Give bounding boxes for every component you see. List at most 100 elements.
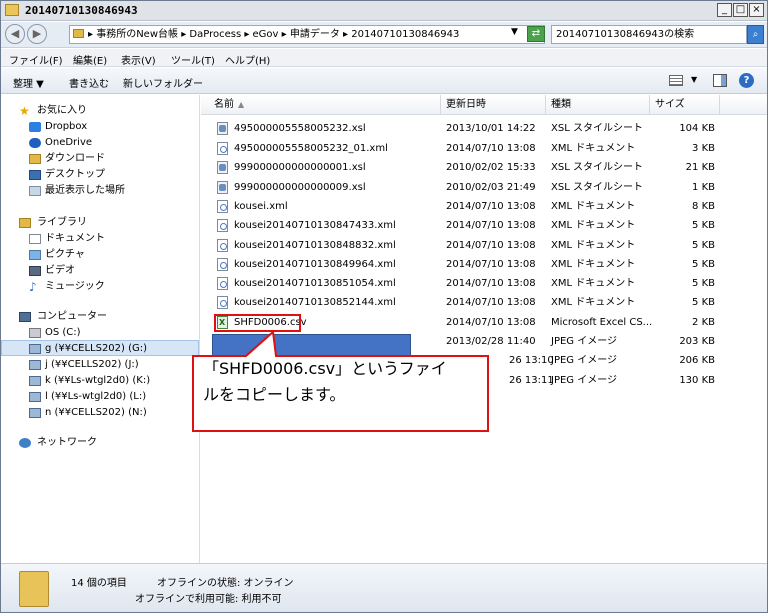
network-icon [19,438,31,448]
documents-icon [29,234,41,244]
back-button[interactable]: ◀ [5,24,25,44]
nav-onedrive[interactable]: OneDrive [1,135,199,151]
callout-line-2: ルをコピーします。 [203,385,346,404]
nav-pictures[interactable]: ピクチャ [1,247,199,263]
star-icon: ★ [19,104,30,118]
file-row[interactable]: kousei20140710130849964.xml 2014/07/10 1… [211,255,767,274]
desktop-icon [29,170,41,180]
cloud-icon [29,138,41,148]
help-icon[interactable]: ? [739,73,754,88]
nav-videos[interactable]: ビデオ [1,263,199,279]
highlight-box [214,314,301,332]
chevron-down-icon[interactable]: ▼ [691,75,697,84]
command-bar: 整理 ▼ 書き込む 新しいフォルダー ▼ ? [1,68,767,94]
offline-status: オフラインの状態: オンライン [157,578,294,589]
file-row[interactable]: kousei20140710130851054.xml 2014/07/10 1… [211,274,767,293]
videos-icon [29,266,41,276]
address-row: ◀ ▶ ▸ 事務所のNew台帳 ▸ DaProcess ▸ eGov ▸ 申請デ… [1,22,767,48]
chevron-down-icon[interactable]: ▼ [511,27,518,37]
nav-drive-j[interactable]: j (¥¥CELLS202) (J:) [1,357,199,373]
new-folder-button[interactable]: 新しいフォルダー [123,75,203,90]
forward-button[interactable]: ▶ [27,24,47,44]
nav-recent[interactable]: 最近表示した場所 [1,183,199,199]
menu-help[interactable]: ヘルプ(H) [225,52,270,67]
nav-libraries[interactable]: ライブラリ [1,215,199,231]
column-header-name[interactable]: 名前 ▲ [209,95,441,115]
nav-drive-k[interactable]: k (¥¥Ls-wtgl2d0) (K:) [1,373,199,389]
pictures-icon [29,250,41,260]
nav-music[interactable]: ♪ ミュージック [1,279,199,295]
item-count: 14 個の項目 [71,578,127,589]
nav-downloads[interactable]: ダウンロード [1,151,199,167]
column-header-type[interactable]: 種類 [546,95,650,115]
xml-file-icon [217,142,228,155]
nav-drive-l[interactable]: l (¥¥Ls-wtgl2d0) (L:) [1,389,199,405]
folder-icon [5,4,19,16]
callout-line-1: 「SHFD0006.csv」というファイ [203,359,447,378]
music-icon: ♪ [29,280,37,294]
menu-bar: ファイル(F) 編集(E) 表示(V) ツール(T) ヘルプ(H) [1,49,767,67]
network-drive-icon [29,376,41,386]
xsl-file-icon [217,122,228,135]
column-header-size[interactable]: サイズ [650,95,720,115]
breadcrumb-path: ▸ 事務所のNew台帳 ▸ DaProcess ▸ eGov ▸ 申請データ ▸… [88,29,460,40]
close-button[interactable]: × [749,3,764,17]
view-options-icon[interactable] [669,75,683,86]
download-folder-icon [29,154,41,164]
nav-dropbox[interactable]: Dropbox [1,119,199,135]
xml-file-icon [217,277,228,290]
file-row[interactable]: 999000000000000009.xsl 2010/02/03 21:49 … [211,178,767,197]
nav-documents[interactable]: ドキュメント [1,231,199,247]
burn-button[interactable]: 書き込む [69,75,109,90]
title-bar: 20140710130846943 _ □ × [1,1,767,21]
network-drive-icon [29,408,41,418]
xml-file-icon [217,239,228,252]
xml-file-icon [217,219,228,232]
preview-pane-icon[interactable] [713,74,727,87]
recent-places-icon [29,186,41,196]
dropbox-icon [29,122,41,132]
network-drive-icon [29,392,41,402]
organize-button[interactable]: 整理 ▼ [13,75,44,90]
search-input[interactable]: 20140710130846943の検索 [551,25,747,44]
folder-icon [73,29,84,38]
menu-tools[interactable]: ツール(T) [171,52,215,67]
nav-desktop[interactable]: デスクトップ [1,167,199,183]
network-drive-icon [29,344,41,354]
file-row[interactable]: 999000000000000001.xsl 2010/02/02 15:33 … [211,158,767,177]
column-header-date[interactable]: 更新日時 [441,95,546,115]
library-icon [19,218,31,228]
nav-drive-n[interactable]: n (¥¥CELLS202) (N:) [1,405,199,421]
menu-view[interactable]: 表示(V) [121,52,156,67]
xsl-file-icon [217,161,228,174]
file-row[interactable]: 495000005558005232_01.xml 2014/07/10 13:… [211,139,767,158]
menu-file[interactable]: ファイル(F) [9,52,63,67]
file-row[interactable]: kousei.xml 2014/07/10 13:08 XML ドキュメント 8… [211,197,767,216]
blue-annotation-block [212,334,411,356]
xml-file-icon [217,200,228,213]
nav-network[interactable]: ネットワーク [1,435,199,451]
file-row[interactable]: 495000005558005232.xsl 2013/10/01 14:22 … [211,119,767,138]
offline-availability: オフラインで利用可能: 利用不可 [135,594,282,605]
file-row[interactable]: kousei20140710130848832.xml 2014/07/10 1… [211,236,767,255]
xml-file-icon [217,258,228,271]
callout-text: 「SHFD0006.csv」というファイ ルをコピーします。 [203,356,485,408]
search-icon[interactable]: ⌕ [747,25,764,44]
nav-drive-c[interactable]: OS (C:) [1,325,199,341]
minimize-button[interactable]: _ [717,3,732,17]
breadcrumb[interactable]: ▸ 事務所のNew台帳 ▸ DaProcess ▸ eGov ▸ 申請データ ▸… [69,25,545,44]
nav-favorites[interactable]: ★ お気に入り [1,103,199,119]
details-pane: 14 個の項目 オフラインの状態: オンライン オフラインで利用可能: 利用不可 [1,563,767,612]
nav-computer[interactable]: コンピューター [1,309,199,325]
file-row[interactable]: kousei20140710130852144.xml 2014/07/10 1… [211,293,767,312]
sort-up-icon: ▲ [238,100,245,109]
nav-drive-g[interactable]: g (¥¥CELLS202) (G:) [1,340,199,356]
refresh-button[interactable]: ⇄ [527,26,545,42]
navigation-pane: ★ お気に入り Dropbox OneDrive ダウンロード デスクトップ 最… [1,95,200,563]
maximize-button[interactable]: □ [733,3,748,17]
menu-edit[interactable]: 編集(E) [73,52,107,67]
folder-icon [19,571,49,607]
computer-icon [19,312,31,322]
explorer-window: 20140710130846943 _ □ × ◀ ▶ ▸ 事務所のNew台帳 … [0,0,768,613]
file-row[interactable]: kousei20140710130847433.xml 2014/07/10 1… [211,216,767,235]
